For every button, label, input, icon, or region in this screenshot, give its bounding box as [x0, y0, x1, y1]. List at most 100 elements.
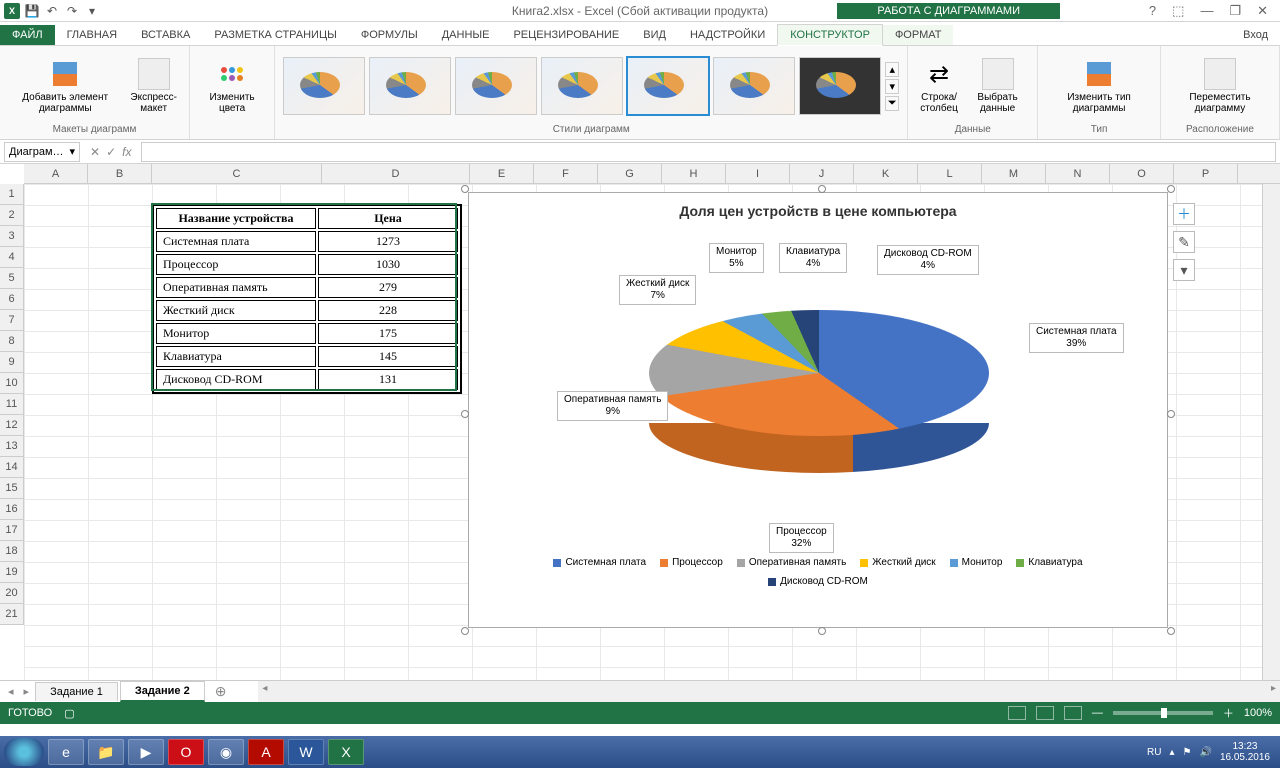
- chart-data-label[interactable]: Клавиатура4%: [779, 243, 847, 273]
- chart-style-2[interactable]: [369, 57, 451, 115]
- table-row[interactable]: Дисковод CD-ROM131: [156, 369, 458, 390]
- redo-icon[interactable]: ↷: [64, 3, 80, 19]
- vertical-scrollbar[interactable]: [1262, 184, 1280, 680]
- row-header-9[interactable]: 9: [0, 352, 24, 373]
- add-chart-element-button[interactable]: Добавить элемент диаграммы: [8, 56, 122, 116]
- column-header-B[interactable]: B: [88, 164, 152, 183]
- legend-item[interactable]: Дисковод CD-ROM: [768, 576, 868, 587]
- styles-scroll-down[interactable]: ▾: [885, 79, 899, 94]
- legend-item[interactable]: Клавиатура: [1016, 557, 1082, 568]
- column-header-K[interactable]: K: [854, 164, 918, 183]
- column-header-F[interactable]: F: [534, 164, 598, 183]
- column-header-E[interactable]: E: [470, 164, 534, 183]
- zoom-slider[interactable]: [1113, 711, 1213, 715]
- row-header-17[interactable]: 17: [0, 520, 24, 541]
- chart-style-1[interactable]: [283, 57, 365, 115]
- sheet-tab[interactable]: Задание 1: [35, 682, 118, 701]
- table-header-price[interactable]: Цена: [318, 208, 458, 229]
- styles-scroll-up[interactable]: ▴: [885, 62, 899, 77]
- tray-lang[interactable]: RU: [1147, 747, 1161, 758]
- taskbar-pdf-icon[interactable]: A: [248, 739, 284, 765]
- column-header-N[interactable]: N: [1046, 164, 1110, 183]
- ribbon-display-options-icon[interactable]: ⬚: [1172, 3, 1184, 19]
- page-layout-view-button[interactable]: [1036, 706, 1054, 720]
- worksheet-grid[interactable]: ABCDEFGHIJKLMNOP 12345678910111213141516…: [0, 164, 1280, 680]
- row-header-16[interactable]: 16: [0, 499, 24, 520]
- tab-надстройки[interactable]: НАДСТРОЙКИ: [678, 25, 777, 45]
- taskbar-media-icon[interactable]: ▶: [128, 739, 164, 765]
- taskbar-opera-icon[interactable]: O: [168, 739, 204, 765]
- chart-filters-button[interactable]: ▾: [1173, 259, 1195, 281]
- enter-formula-icon[interactable]: ✓: [106, 145, 116, 159]
- tray-volume-icon[interactable]: 🔊: [1199, 747, 1211, 758]
- formula-input[interactable]: [141, 142, 1276, 162]
- chart-data-label[interactable]: Жесткий диск7%: [619, 275, 696, 305]
- add-sheet-button[interactable]: ⊕: [207, 683, 235, 700]
- normal-view-button[interactable]: [1008, 706, 1026, 720]
- legend-item[interactable]: Монитор: [950, 557, 1003, 568]
- tab-главная[interactable]: ГЛАВНАЯ: [55, 25, 129, 45]
- row-header-13[interactable]: 13: [0, 436, 24, 457]
- taskbar-explorer-icon[interactable]: 📁: [88, 739, 124, 765]
- column-header-O[interactable]: O: [1110, 164, 1174, 183]
- chart-elements-button[interactable]: ＋: [1173, 203, 1195, 225]
- row-header-6[interactable]: 6: [0, 289, 24, 310]
- chart-object[interactable]: Доля цен устройств в цене компьютера Мон…: [468, 192, 1168, 628]
- legend-item[interactable]: Системная плата: [553, 557, 646, 568]
- column-header-M[interactable]: M: [982, 164, 1046, 183]
- switch-row-col-button[interactable]: ⇄ Строка/ столбец: [916, 56, 962, 116]
- minimize-button[interactable]: —: [1200, 3, 1213, 19]
- tab-данные[interactable]: ДАННЫЕ: [430, 25, 502, 45]
- chart-data-label[interactable]: Оперативная память9%: [557, 391, 668, 421]
- help-icon[interactable]: ?: [1149, 3, 1156, 19]
- undo-icon[interactable]: ↶: [44, 3, 60, 19]
- express-layout-button[interactable]: Экспресс- макет: [126, 56, 181, 116]
- row-header-11[interactable]: 11: [0, 394, 24, 415]
- row-header-14[interactable]: 14: [0, 457, 24, 478]
- chevron-down-icon[interactable]: ▾: [69, 145, 75, 158]
- column-header-I[interactable]: I: [726, 164, 790, 183]
- horizontal-scrollbar[interactable]: [258, 681, 1280, 702]
- legend-item[interactable]: Процессор: [660, 557, 723, 568]
- column-header-H[interactable]: H: [662, 164, 726, 183]
- chart-data-label[interactable]: Монитор5%: [709, 243, 764, 273]
- tab-chart-design[interactable]: КОНСТРУКТОР: [777, 24, 883, 46]
- taskbar-ie-icon[interactable]: e: [48, 739, 84, 765]
- cancel-formula-icon[interactable]: ✕: [90, 145, 100, 159]
- tab-вид[interactable]: ВИД: [631, 25, 678, 45]
- row-header-8[interactable]: 8: [0, 331, 24, 352]
- legend-item[interactable]: Оперативная память: [737, 557, 846, 568]
- tab-формулы[interactable]: ФОРМУЛЫ: [349, 25, 430, 45]
- qat-customize-icon[interactable]: ▾: [84, 3, 100, 19]
- chart-plot-area[interactable]: Монитор5% Клавиатура4% Дисковод CD-ROM4% Же…: [469, 223, 1167, 553]
- tray-flag-icon[interactable]: ⚑: [1183, 747, 1192, 758]
- row-header-12[interactable]: 12: [0, 415, 24, 436]
- row-header-1[interactable]: 1: [0, 184, 24, 205]
- signin-link[interactable]: Вход: [1231, 25, 1280, 45]
- styles-more[interactable]: ⏷: [885, 96, 899, 111]
- save-icon[interactable]: 💾: [24, 3, 40, 19]
- column-header-A[interactable]: A: [24, 164, 88, 183]
- chart-style-7[interactable]: [799, 57, 881, 115]
- zoom-out-button[interactable]: —: [1092, 707, 1103, 719]
- chart-style-4[interactable]: [541, 57, 623, 115]
- chart-style-5[interactable]: [627, 57, 709, 115]
- table-row[interactable]: Оперативная память279: [156, 277, 458, 298]
- sheet-tab[interactable]: Задание 2: [120, 681, 205, 702]
- sheet-nav-next[interactable]: ▸: [20, 685, 34, 698]
- row-header-20[interactable]: 20: [0, 583, 24, 604]
- row-header-3[interactable]: 3: [0, 226, 24, 247]
- table-row[interactable]: Монитор175: [156, 323, 458, 344]
- row-header-2[interactable]: 2: [0, 205, 24, 226]
- table-row[interactable]: Клавиатура145: [156, 346, 458, 367]
- column-header-P[interactable]: P: [1174, 164, 1238, 183]
- close-button[interactable]: ✕: [1257, 3, 1268, 19]
- column-header-D[interactable]: D: [322, 164, 470, 183]
- row-header-21[interactable]: 21: [0, 604, 24, 625]
- chart-styles-button[interactable]: ✎: [1173, 231, 1195, 253]
- page-break-view-button[interactable]: [1064, 706, 1082, 720]
- tray-show-hidden-icon[interactable]: ▴: [1169, 747, 1174, 758]
- zoom-level[interactable]: 100%: [1244, 707, 1272, 719]
- chart-data-label[interactable]: Дисковод CD-ROM4%: [877, 245, 979, 275]
- select-data-button[interactable]: Выбрать данные: [966, 56, 1029, 116]
